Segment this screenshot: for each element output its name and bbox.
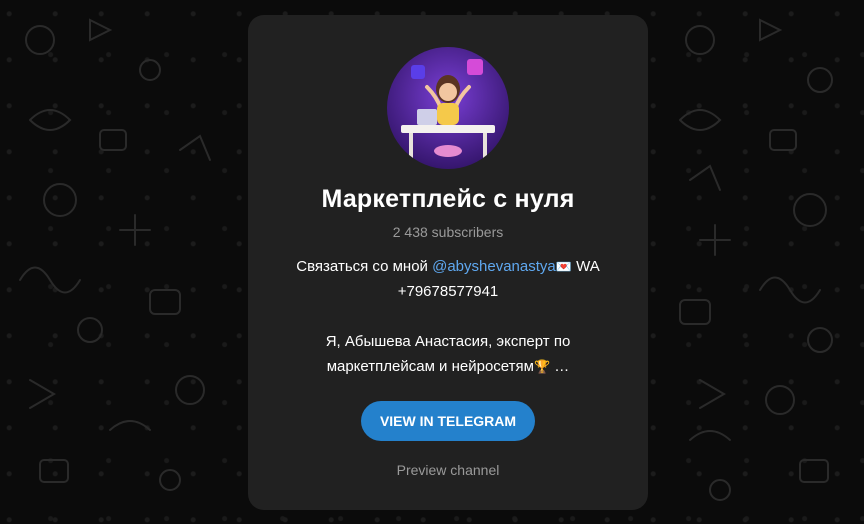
channel-title: Маркетплейс с нуля xyxy=(321,185,575,213)
subscriber-count: 2 438 subscribers xyxy=(392,224,504,240)
view-in-telegram-button[interactable]: VIEW IN TELEGRAM xyxy=(361,401,535,441)
love-letter-icon: 💌 xyxy=(555,259,572,274)
contact-suffix: WA xyxy=(571,258,600,275)
contact-prefix: Связаться со мной xyxy=(296,258,433,275)
channel-avatar-icon xyxy=(387,47,509,169)
channel-description: Связаться со мной @abyshevanastya💌 WA +7… xyxy=(278,254,618,379)
description-line-expertise: маркетплейсам и нейросетям🏆 … xyxy=(278,354,618,379)
description-spacer xyxy=(278,304,618,329)
description-line-contact: Связаться со мной @abyshevanastya💌 WA xyxy=(278,254,618,279)
ellipsis: … xyxy=(554,358,570,375)
channel-card: Маркетплейс с нуля 2 438 subscribers Свя… xyxy=(248,15,648,510)
mention-link[interactable]: @abyshevanastya xyxy=(432,258,556,275)
preview-channel-link[interactable]: Preview channel xyxy=(248,462,648,478)
trophy-icon: 🏆 xyxy=(533,359,551,374)
description-line-phone: +79678577941 xyxy=(397,283,499,300)
description-line-intro: Я, Абышева Анастасия, эксперт по xyxy=(325,333,571,350)
expertise-text: маркетплейсам и нейросетям xyxy=(326,358,534,375)
